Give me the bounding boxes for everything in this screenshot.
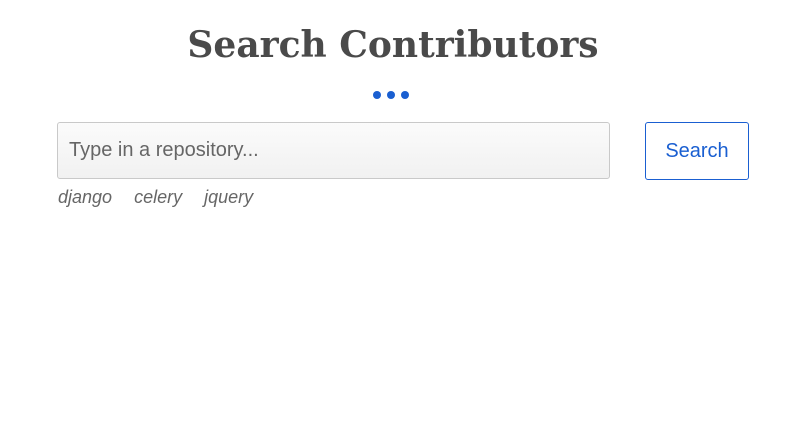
suggestion-django[interactable]: django <box>58 187 112 208</box>
search-button[interactable]: Search <box>645 122 749 180</box>
repository-search-input[interactable] <box>57 122 610 179</box>
suggestion-jquery[interactable]: jquery <box>204 187 253 208</box>
suggestion-celery[interactable]: celery <box>134 187 182 208</box>
dot <box>387 91 395 99</box>
dot <box>401 91 409 99</box>
suggestion-list: django celery jquery <box>58 187 253 208</box>
dot <box>373 91 381 99</box>
page-title: Search Contributors <box>187 24 599 66</box>
search-page: Search Contributors Search django celery… <box>0 0 800 445</box>
loading-dots-icon <box>373 91 409 101</box>
